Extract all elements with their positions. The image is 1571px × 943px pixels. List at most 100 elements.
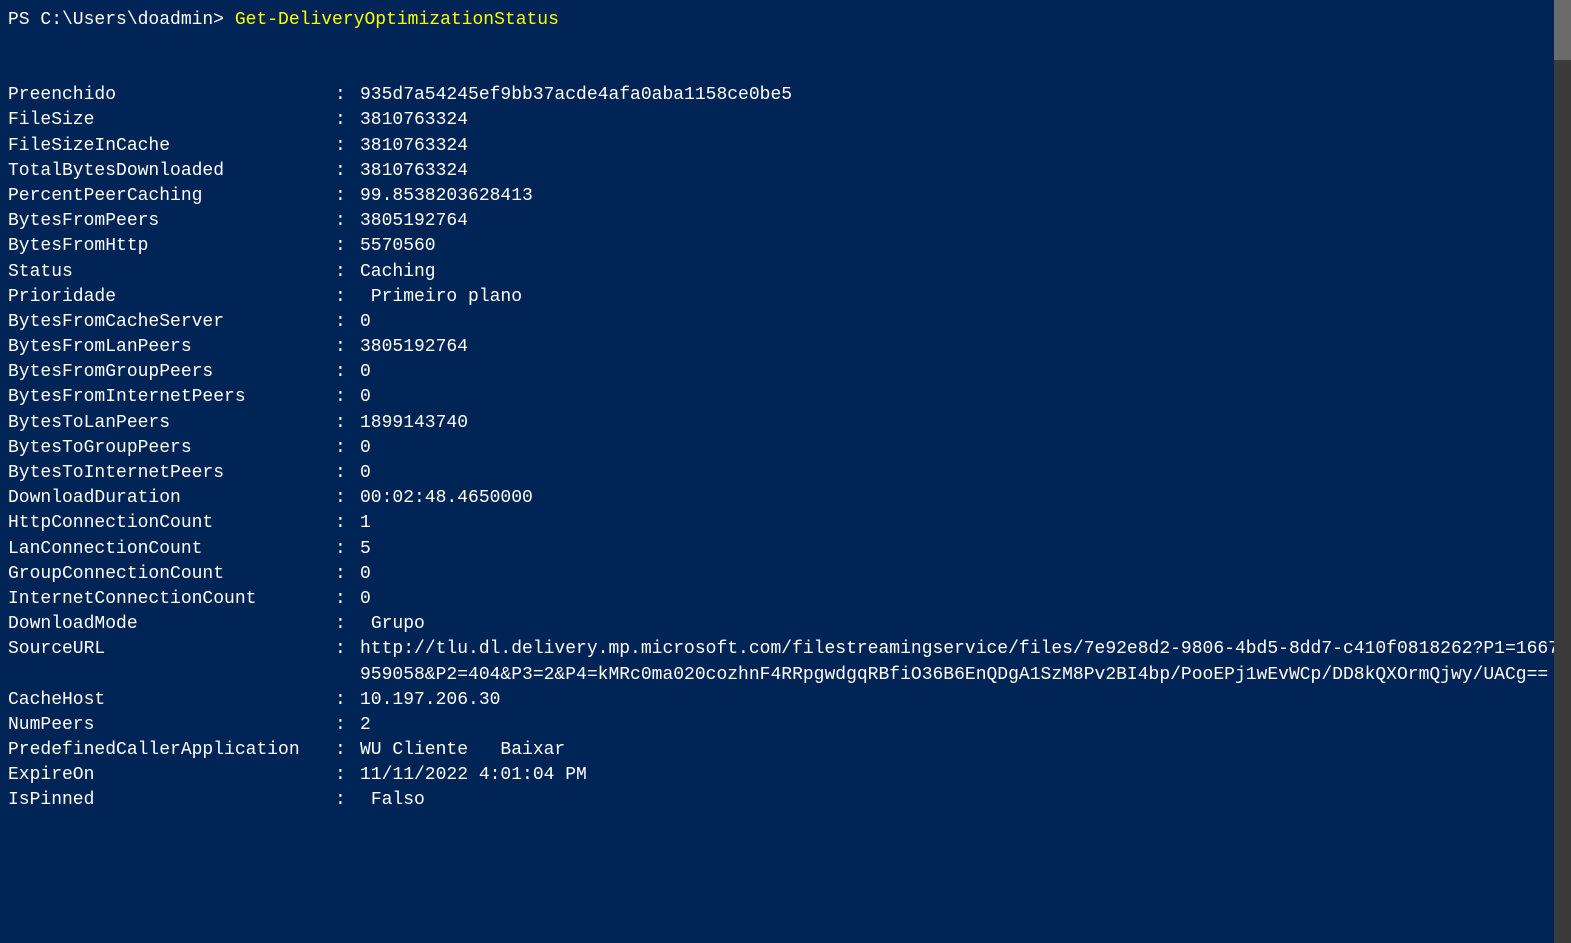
output-row: CacheHost:10.197.206.30 — [8, 688, 1563, 713]
property-value: 0 — [360, 310, 1563, 335]
output-row: BytesToLanPeers:1899143740 — [8, 411, 1563, 436]
property-value: Grupo — [360, 612, 1563, 637]
property-value: 3805192764 — [360, 335, 1563, 360]
property-key: BytesToGroupPeers — [8, 436, 335, 461]
property-key: HttpConnectionCount — [8, 511, 335, 536]
property-value: 11/11/2022 4:01:04 PM — [360, 763, 1563, 788]
output-row: BytesFromLanPeers:3805192764 — [8, 335, 1563, 360]
property-key: NumPeers — [8, 713, 335, 738]
output-row: BytesFromGroupPeers:0 — [8, 360, 1563, 385]
colon-separator: : — [335, 335, 360, 360]
property-key: BytesFromGroupPeers — [8, 360, 335, 385]
colon-separator: : — [335, 562, 360, 587]
colon-separator: : — [335, 385, 360, 410]
property-value: 0 — [360, 461, 1563, 486]
output-row: PercentPeerCaching:99.8538203628413 — [8, 184, 1563, 209]
property-key: BytesToLanPeers — [8, 411, 335, 436]
output-row: Preenchido:935d7a54245ef9bb37acde4afa0ab… — [8, 83, 1563, 108]
output-row: BytesFromInternetPeers:0 — [8, 385, 1563, 410]
colon-separator: : — [335, 486, 360, 511]
property-value: WU Cliente Baixar — [360, 738, 1563, 763]
property-value: 0 — [360, 436, 1563, 461]
property-key: Preenchido — [8, 83, 335, 108]
output-row: FileSize:3810763324 — [8, 108, 1563, 133]
colon-separator: : — [335, 411, 360, 436]
property-value: Primeiro plano — [360, 285, 1563, 310]
command-prompt-line: PS C:\Users\doadmin> Get-DeliveryOptimiz… — [8, 8, 1563, 33]
scrollbar-thumb[interactable] — [1554, 0, 1571, 60]
property-key: FileSizeInCache — [8, 134, 335, 159]
property-value: 0 — [360, 587, 1563, 612]
property-key: GroupConnectionCount — [8, 562, 335, 587]
colon-separator: : — [335, 285, 360, 310]
property-value: http://tlu.dl.delivery.mp.microsoft.com/… — [360, 637, 1563, 687]
output-row: Status:Caching — [8, 260, 1563, 285]
property-key: BytesFromPeers — [8, 209, 335, 234]
colon-separator: : — [335, 234, 360, 259]
property-value: 00:02:48.4650000 — [360, 486, 1563, 511]
property-key: BytesFromInternetPeers — [8, 385, 335, 410]
output-row: ExpireOn:11/11/2022 4:01:04 PM — [8, 763, 1563, 788]
output-row: BytesToInternetPeers:0 — [8, 461, 1563, 486]
property-value: 0 — [360, 360, 1563, 385]
colon-separator: : — [335, 511, 360, 536]
output-row: DownloadMode: Grupo — [8, 612, 1563, 637]
property-value: Caching — [360, 260, 1563, 285]
property-value: 10.197.206.30 — [360, 688, 1563, 713]
property-value: 3810763324 — [360, 159, 1563, 184]
output-row: InternetConnectionCount:0 — [8, 587, 1563, 612]
output-row: FileSizeInCache:3810763324 — [8, 134, 1563, 159]
output-row: DownloadDuration:00:02:48.4650000 — [8, 486, 1563, 511]
property-value: 1899143740 — [360, 411, 1563, 436]
output-row: TotalBytesDownloaded:3810763324 — [8, 159, 1563, 184]
command-output: Preenchido:935d7a54245ef9bb37acde4afa0ab… — [8, 83, 1563, 813]
property-value: 3805192764 — [360, 209, 1563, 234]
property-key: BytesFromCacheServer — [8, 310, 335, 335]
output-row: HttpConnectionCount:1 — [8, 511, 1563, 536]
colon-separator: : — [335, 461, 360, 486]
property-key: InternetConnectionCount — [8, 587, 335, 612]
property-key: PredefinedCallerApplication — [8, 738, 335, 763]
output-row: LanConnectionCount:5 — [8, 537, 1563, 562]
output-row: BytesToGroupPeers:0 — [8, 436, 1563, 461]
property-value: 3810763324 — [360, 134, 1563, 159]
colon-separator: : — [335, 108, 360, 133]
vertical-scrollbar[interactable] — [1554, 0, 1571, 943]
property-value: 2 — [360, 713, 1563, 738]
prompt-prefix: PS C:\Users\doadmin> — [8, 10, 235, 30]
property-key: SourceURL — [8, 637, 335, 662]
colon-separator: : — [335, 688, 360, 713]
output-row: BytesFromHttp:5570560 — [8, 234, 1563, 259]
property-value: 99.8538203628413 — [360, 184, 1563, 209]
property-key: IsPinned — [8, 788, 335, 813]
property-key: CacheHost — [8, 688, 335, 713]
colon-separator: : — [335, 436, 360, 461]
property-key: ExpireOn — [8, 763, 335, 788]
property-key: PercentPeerCaching — [8, 184, 335, 209]
property-key: DownloadMode — [8, 612, 335, 637]
colon-separator: : — [335, 184, 360, 209]
colon-separator: : — [335, 159, 360, 184]
output-row: NumPeers:2 — [8, 713, 1563, 738]
colon-separator: : — [335, 134, 360, 159]
property-value: 3810763324 — [360, 108, 1563, 133]
property-key: TotalBytesDownloaded — [8, 159, 335, 184]
output-row: BytesFromCacheServer:0 — [8, 310, 1563, 335]
colon-separator: : — [335, 738, 360, 763]
output-row: SourceURL:http://tlu.dl.delivery.mp.micr… — [8, 637, 1563, 687]
colon-separator: : — [335, 612, 360, 637]
property-value: 0 — [360, 385, 1563, 410]
colon-separator: : — [335, 713, 360, 738]
colon-separator: : — [335, 763, 360, 788]
colon-separator: : — [335, 587, 360, 612]
property-key: BytesToInternetPeers — [8, 461, 335, 486]
output-row: PredefinedCallerApplication:WU Cliente B… — [8, 738, 1563, 763]
property-key: BytesFromHttp — [8, 234, 335, 259]
colon-separator: : — [335, 310, 360, 335]
property-key: BytesFromLanPeers — [8, 335, 335, 360]
output-row: BytesFromPeers:3805192764 — [8, 209, 1563, 234]
property-value: 5570560 — [360, 234, 1563, 259]
colon-separator: : — [335, 83, 360, 108]
property-value: 5 — [360, 537, 1563, 562]
property-value: 1 — [360, 511, 1563, 536]
